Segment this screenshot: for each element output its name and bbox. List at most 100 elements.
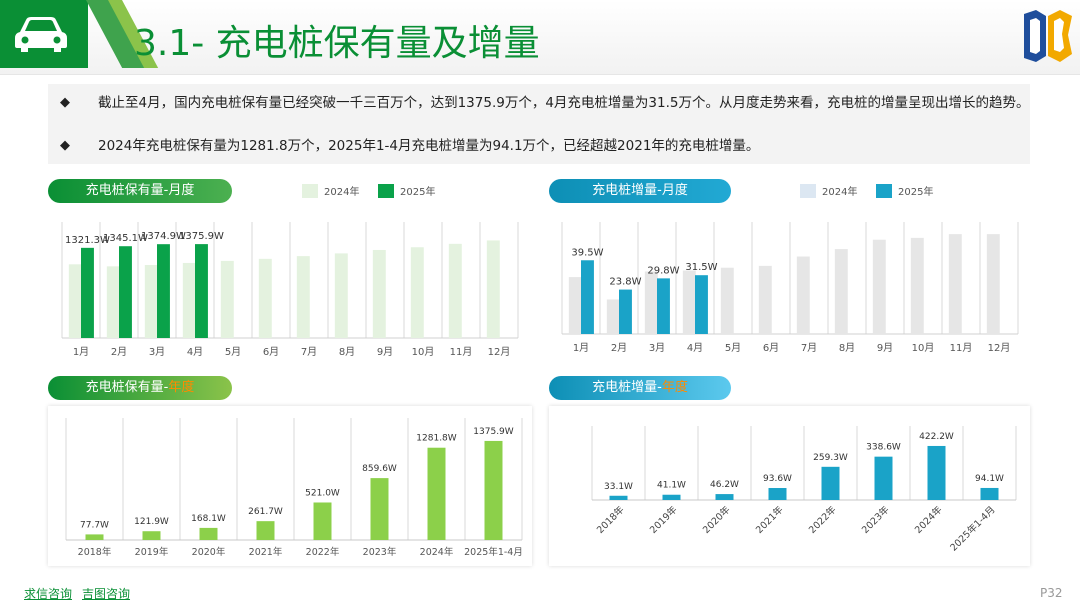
bar-2024	[682, 270, 696, 334]
data-label: 521.0W	[305, 488, 340, 498]
bar	[980, 487, 999, 500]
data-label: 1281.8W	[416, 434, 456, 444]
tick-label: 2025年1-4月	[948, 504, 998, 554]
tick-label: 2月	[111, 346, 127, 358]
tick-label: 2020年	[192, 546, 226, 558]
bar-2025	[81, 247, 94, 338]
bar-2024	[834, 249, 848, 334]
bar-2024	[644, 271, 658, 334]
bar-2024	[182, 262, 196, 338]
bar	[313, 502, 332, 540]
tick-label: 8月	[839, 342, 855, 354]
bar-2024	[144, 264, 158, 338]
tick-label: 2021年	[249, 546, 283, 558]
data-label: 41.1W	[657, 481, 686, 491]
tick-label: 11月	[950, 342, 973, 354]
bar	[199, 527, 218, 540]
bar-2024	[606, 299, 620, 334]
tick-label: 8月	[339, 346, 355, 358]
tick-label: 2021年	[753, 503, 786, 536]
bar-2024	[986, 234, 1000, 334]
data-label: 338.6W	[866, 443, 901, 453]
bar-2024	[948, 234, 962, 334]
data-label: 859.6W	[362, 464, 397, 474]
bar-2024	[796, 256, 810, 334]
tick-label: 10月	[912, 342, 935, 354]
bar-2024	[220, 260, 234, 338]
bar-2024	[448, 243, 462, 338]
data-label: 29.8W	[647, 265, 679, 276]
bar-2024	[106, 266, 120, 338]
bar	[609, 495, 628, 500]
bar-2024	[68, 264, 82, 338]
bar	[927, 445, 946, 500]
bar-2024	[334, 253, 348, 338]
data-label: 31.5W	[685, 262, 717, 273]
data-label: 23.8W	[609, 277, 641, 288]
data-label: 1375.9W	[473, 427, 513, 437]
bar-2025	[657, 278, 670, 334]
bar-2025	[695, 275, 708, 334]
bar-2024	[872, 239, 886, 334]
bar-2024	[410, 247, 424, 338]
data-label: 261.7W	[248, 507, 283, 517]
tick-label: 6月	[763, 342, 779, 354]
bar	[874, 456, 893, 500]
bar	[142, 531, 161, 540]
tick-label: 11月	[450, 346, 473, 358]
bar-2024	[568, 277, 582, 334]
tick-label: 4月	[687, 342, 703, 354]
data-label: 1375.9W	[179, 231, 224, 242]
bar-2024	[296, 256, 310, 338]
bar	[821, 466, 840, 500]
data-label: 33.1W	[604, 482, 633, 492]
bar-2024	[910, 237, 924, 334]
bar-2025	[157, 244, 170, 338]
data-label: 168.1W	[191, 514, 226, 524]
tick-label: 12月	[488, 346, 511, 358]
bar-2025	[195, 244, 208, 338]
tick-label: 7月	[801, 342, 817, 354]
tick-label: 2023年	[859, 503, 892, 536]
bar-2025	[119, 246, 132, 338]
tick-label: 4月	[187, 346, 203, 358]
tick-label: 2024年	[912, 503, 945, 536]
data-label: 93.6W	[763, 474, 792, 484]
tick-label: 10月	[412, 346, 435, 358]
footer-link-2[interactable]: 吉图咨询	[82, 585, 130, 602]
bar	[768, 488, 787, 500]
tick-label: 1月	[573, 342, 589, 354]
bar	[256, 521, 275, 540]
tick-label: 6月	[263, 346, 279, 358]
footer-link-1[interactable]: 求信咨询	[24, 585, 72, 602]
tick-label: 2018年	[78, 546, 112, 558]
bar-2024	[720, 267, 734, 334]
bar-2024	[372, 249, 386, 338]
tick-label: 2022年	[806, 503, 839, 536]
data-label: 94.1W	[975, 474, 1004, 484]
tick-label: 2022年	[306, 546, 340, 558]
tick-label: 3月	[649, 342, 665, 354]
bar	[427, 447, 446, 540]
tick-label: 7月	[301, 346, 317, 358]
tick-label: 12月	[988, 342, 1011, 354]
tick-label: 5月	[225, 346, 241, 358]
bar	[484, 440, 503, 540]
bar-2024	[758, 265, 772, 334]
tick-label: 2020年	[700, 503, 733, 536]
tick-label: 2018年	[594, 503, 627, 536]
page-number: P32	[1040, 586, 1063, 600]
bar	[662, 494, 681, 500]
tick-label: 2月	[611, 342, 627, 354]
tick-label: 9月	[877, 342, 893, 354]
data-label: 39.5W	[571, 247, 603, 258]
bar	[715, 494, 734, 500]
tick-label: 2019年	[135, 546, 169, 558]
tick-label: 5月	[725, 342, 741, 354]
bar	[370, 478, 389, 540]
data-label: 46.2W	[710, 480, 739, 490]
bar-2024	[258, 258, 272, 338]
bar-2025	[581, 260, 594, 334]
data-label: 77.7W	[80, 520, 109, 530]
tick-label: 9月	[377, 346, 393, 358]
